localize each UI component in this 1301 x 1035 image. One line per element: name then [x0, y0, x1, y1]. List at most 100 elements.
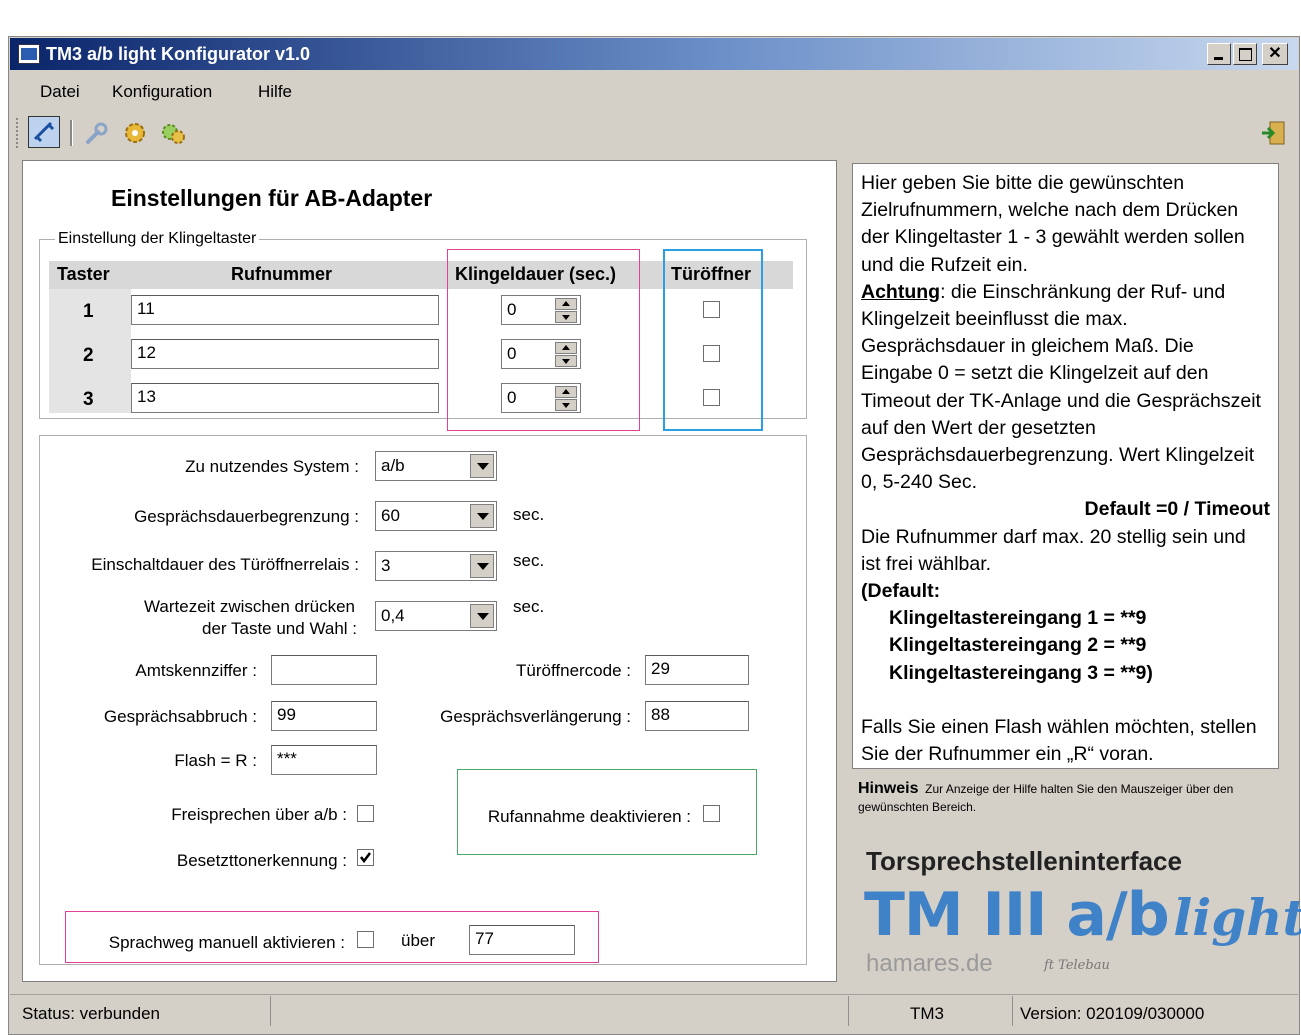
- row-3-tueroeffner-checkbox[interactable]: [703, 389, 720, 406]
- minimize-button[interactable]: [1207, 43, 1231, 65]
- row-2-klingeldauer-value: 0: [507, 344, 517, 363]
- status-device: TM3: [910, 1004, 944, 1023]
- connect-button[interactable]: [28, 116, 60, 148]
- row-2-taster: 2: [83, 345, 94, 366]
- menu-konfiguration[interactable]: Konfiguration: [112, 82, 212, 102]
- abbruch-label: Gesprächsabbruch :: [103, 707, 257, 726]
- dauer-select[interactable]: 60: [375, 501, 497, 531]
- besetzt-checkbox[interactable]: [357, 849, 374, 866]
- row-1-klingeldauer-value: 0: [507, 300, 517, 319]
- wrench-icon[interactable]: [82, 120, 110, 148]
- row-2-tueroeffner-checkbox[interactable]: [703, 345, 720, 362]
- help-panel: Hier geben Sie bitte die gewünschten Zie…: [852, 163, 1279, 769]
- chevron-down-icon[interactable]: [470, 504, 494, 528]
- status-sep-3: [1012, 996, 1013, 1026]
- row-2-klingeldauer-spinner[interactable]: 0: [501, 339, 581, 369]
- system-select[interactable]: a/b: [375, 451, 497, 481]
- exit-icon[interactable]: [1258, 118, 1288, 148]
- einschalt-select[interactable]: 3: [375, 551, 497, 581]
- row-3-klingeldauer-value: 0: [507, 388, 517, 407]
- header-rufnummer: Rufnummer: [231, 264, 333, 284]
- help-default-1: Klingeltastereingang 1 = **9: [889, 607, 1147, 630]
- warte-label-line2: der Taste und Wahl :: [202, 619, 357, 638]
- chevron-down-icon[interactable]: [470, 604, 494, 628]
- spin-down-button[interactable]: [555, 399, 577, 411]
- flash-input[interactable]: ***: [271, 745, 377, 775]
- menu-hilfe[interactable]: Hilfe: [258, 82, 292, 102]
- row-1-tueroeffner-checkbox[interactable]: [703, 301, 720, 318]
- verl-input[interactable]: 88: [645, 701, 749, 731]
- brand-site: hamares.de: [866, 950, 993, 977]
- group-label: Einstellung der Klingeltaster: [55, 230, 260, 248]
- row-1-rufnummer-input[interactable]: 11: [131, 295, 439, 325]
- status-version: Version: 020109/030000: [1020, 1004, 1205, 1023]
- warte-unit: sec.: [513, 597, 545, 616]
- header-taster: Taster: [57, 264, 110, 284]
- row-3-taster: 3: [83, 389, 94, 410]
- maximize-button[interactable]: [1233, 43, 1257, 65]
- toolbar-grip: [16, 118, 21, 148]
- help-achtung: Achtung: [861, 280, 941, 303]
- spin-down-button[interactable]: [555, 311, 577, 323]
- help-default-head: (Default:: [861, 580, 941, 603]
- sprach-checkbox[interactable]: [357, 931, 374, 948]
- warte-select[interactable]: 0,4: [375, 601, 497, 631]
- tuer-code-label: Türöffnercode :: [516, 661, 631, 680]
- chevron-down-icon[interactable]: [470, 454, 494, 478]
- help-achtung-text: : die Einschränkung der Ruf- und Klingel…: [861, 280, 1261, 494]
- spin-up-button[interactable]: [555, 342, 577, 354]
- amt-input[interactable]: [271, 655, 377, 685]
- einschalt-select-value: 3: [381, 556, 391, 575]
- status-text: Status: verbunden: [22, 1004, 160, 1023]
- dauer-unit: sec.: [513, 505, 545, 524]
- title-bar[interactable]: TM3 a/b light Konfigurator v1.0 ✕: [10, 38, 1298, 70]
- help-rufnummer: Die Rufnummer darf max. 20 stellig sein …: [861, 525, 1246, 575]
- amt-label: Amtskennziffer :: [135, 661, 257, 680]
- flash-label: Flash = R :: [174, 751, 257, 770]
- row-1-klingeldauer-spinner[interactable]: 0: [501, 295, 581, 325]
- logo-main: TM III a/b: [864, 880, 1170, 950]
- chevron-down-icon[interactable]: [470, 554, 494, 578]
- row-3-klingeldauer-spinner[interactable]: 0: [501, 383, 581, 413]
- menu-datei[interactable]: Datei: [40, 82, 80, 102]
- checkmark-icon: [360, 852, 371, 864]
- dauer-label: Gesprächsdauerbegrenzung :: [134, 507, 359, 526]
- spin-down-button[interactable]: [555, 355, 577, 367]
- close-button[interactable]: ✕: [1262, 43, 1288, 65]
- ueber-input[interactable]: 77: [469, 925, 575, 955]
- frei-label: Freisprechen über a/b :: [171, 805, 347, 824]
- form-panel: Einstellungen für AB-Adapter Einstellung…: [22, 160, 837, 982]
- window-title: TM3 a/b light Konfigurator v1.0: [46, 44, 311, 64]
- warte-label-line1: Wartezeit zwischen drücken: [143, 597, 355, 616]
- row-3-rufnummer-input[interactable]: 13: [131, 383, 439, 413]
- rufannahme-checkbox[interactable]: [703, 805, 720, 822]
- brand-partner: ft Telebau: [1044, 958, 1110, 973]
- app-icon: [18, 44, 40, 64]
- help-achtung-paragraph: Achtung: die Einschränkung der Ruf- und …: [861, 279, 1270, 497]
- row-2-rufnummer-input[interactable]: 12: [131, 339, 439, 369]
- dauer-select-value: 60: [381, 506, 400, 525]
- besetzt-label: Besetzttonerkennung :: [176, 851, 347, 870]
- spin-up-button[interactable]: [555, 386, 577, 398]
- system-label: Zu nutzendes System :: [185, 457, 359, 476]
- connect-icon: [33, 121, 55, 143]
- gear-icon[interactable]: [120, 118, 150, 148]
- close-icon: ✕: [1268, 45, 1282, 62]
- form-title: Einstellungen für AB-Adapter: [111, 185, 433, 211]
- abbruch-input[interactable]: 99: [271, 701, 377, 731]
- status-sep-2: [848, 996, 849, 1026]
- tuer-code-input[interactable]: 29: [645, 655, 749, 685]
- ueber-label: über: [401, 931, 436, 950]
- gears-icon[interactable]: [158, 118, 188, 148]
- hint-title: Hinweis: [858, 780, 919, 797]
- logo-script: light: [1173, 888, 1301, 947]
- help-intro: Hier geben Sie bitte die gewünschten Zie…: [861, 172, 1245, 276]
- frei-checkbox[interactable]: [357, 805, 374, 822]
- rufannahme-label: Rufannahme deaktivieren :: [487, 807, 691, 826]
- einschalt-unit: sec.: [513, 551, 545, 570]
- brand-heading: Torsprechstelleninterface: [866, 846, 1182, 876]
- toolbar: [10, 112, 1298, 154]
- brand-logo: TM III a/b light: [864, 880, 1301, 950]
- spin-up-button[interactable]: [555, 298, 577, 310]
- status-sep-1: [270, 996, 271, 1026]
